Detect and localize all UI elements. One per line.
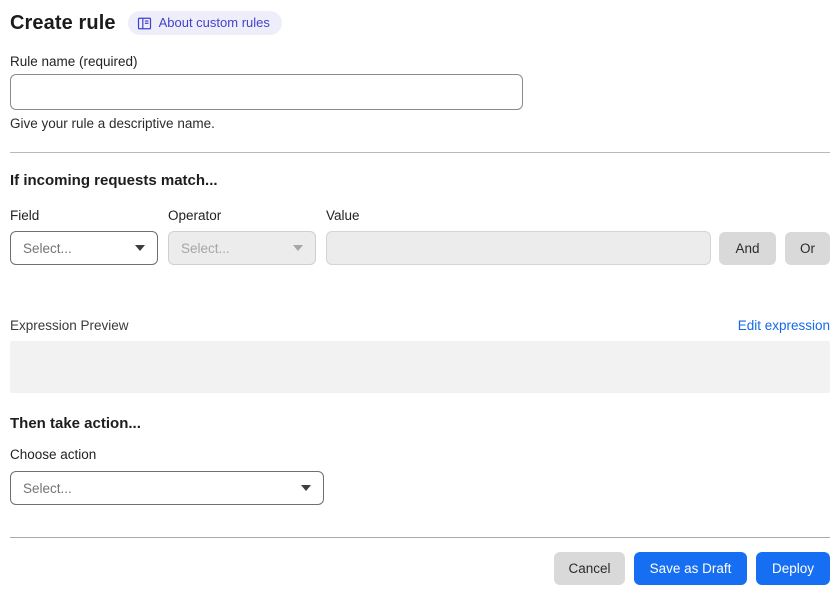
deploy-button[interactable]: Deploy: [756, 552, 830, 585]
operator-label: Operator: [168, 208, 222, 223]
expression-preview-box: [10, 341, 830, 393]
match-labels-row: Field Operator Value: [10, 207, 830, 225]
labels-spacer: [701, 207, 830, 225]
rule-name-helper: Give your rule a descriptive name.: [10, 116, 215, 131]
chevron-down-icon: [293, 245, 303, 251]
match-section-heading: If incoming requests match...: [10, 172, 218, 189]
expression-preview-header: Expression Preview Edit expression: [10, 317, 830, 335]
or-button[interactable]: Or: [785, 231, 830, 265]
action-select[interactable]: Select...: [10, 471, 324, 505]
action-section-heading: Then take action...: [10, 415, 141, 432]
chevron-down-icon: [301, 485, 311, 491]
expression-preview-label: Expression Preview: [10, 318, 129, 333]
match-controls-row: Select... Select... And Or: [10, 231, 830, 265]
edit-expression-link[interactable]: Edit expression: [738, 317, 830, 335]
field-select-value: Select...: [23, 240, 72, 256]
footer-actions: Cancel Save as Draft Deploy: [10, 552, 830, 585]
choose-action-label: Choose action: [10, 447, 97, 462]
value-label: Value: [326, 208, 360, 223]
header: Create rule About custom rules: [10, 10, 830, 36]
chevron-down-icon: [135, 245, 145, 251]
field-label: Field: [10, 208, 40, 223]
page-title: Create rule: [10, 12, 116, 34]
action-select-value: Select...: [23, 480, 72, 496]
operator-select[interactable]: Select...: [168, 231, 316, 265]
field-select[interactable]: Select...: [10, 231, 158, 265]
rule-name-input[interactable]: [10, 74, 523, 110]
value-input[interactable]: [326, 231, 711, 265]
cancel-button[interactable]: Cancel: [554, 552, 625, 585]
about-custom-rules-link[interactable]: About custom rules: [127, 11, 282, 35]
operator-select-value: Select...: [181, 240, 230, 256]
and-button[interactable]: And: [719, 231, 776, 265]
divider: [10, 152, 830, 153]
rule-name-label: Rule name (required): [10, 54, 138, 69]
divider: [10, 537, 830, 538]
save-as-draft-button[interactable]: Save as Draft: [634, 552, 747, 585]
about-custom-rules-label: About custom rules: [158, 15, 270, 30]
book-icon: [137, 16, 152, 31]
create-rule-panel: Create rule About custom rules Rule name…: [0, 0, 839, 597]
